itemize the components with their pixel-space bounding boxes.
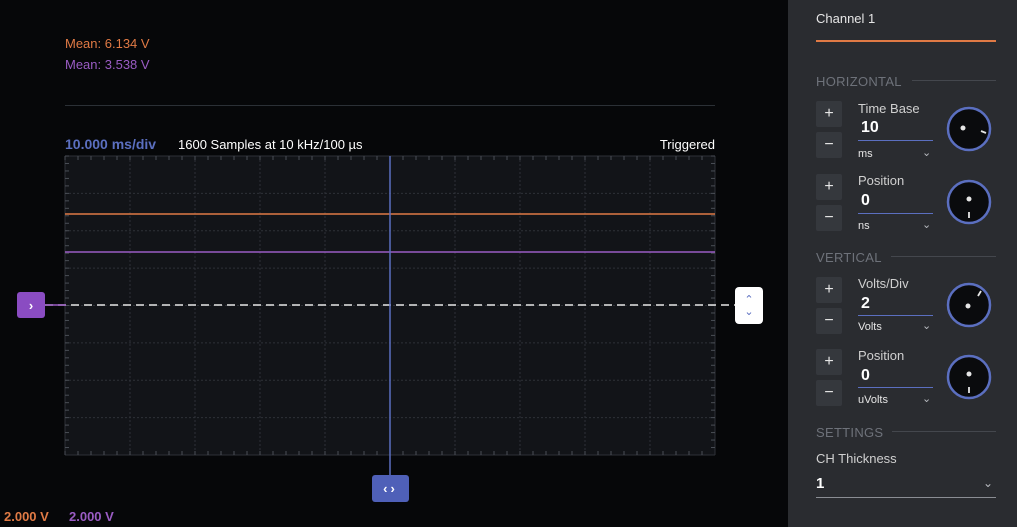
h-position-plus-button[interactable]: +	[816, 174, 842, 200]
ch-thickness-underline	[816, 497, 996, 498]
ch2-mean-readout: Mean: 3.538 V	[65, 57, 150, 72]
v-position-minus-button[interactable]: −	[816, 380, 842, 406]
ch-thickness-select[interactable]: 1	[816, 475, 824, 492]
v-position-plus-button[interactable]: +	[816, 349, 842, 375]
ch2-offset-handle[interactable]: ›	[17, 292, 45, 318]
volts-div-label: Volts/Div	[858, 276, 909, 291]
divider	[65, 105, 715, 106]
v-position-label: Position	[858, 348, 905, 363]
time-base-label: Time Base	[858, 101, 920, 116]
chevron-down-icon: ⌄	[922, 393, 932, 405]
volts-div-input[interactable]: 2	[861, 295, 870, 313]
trigger-level-handle[interactable]: ⌃ ⌄	[735, 287, 763, 324]
h-position-minus-button[interactable]: −	[816, 205, 842, 231]
volts-div-input-underline	[858, 315, 933, 316]
chevron-down-icon: ⌄	[744, 305, 754, 318]
samples-info: 1600 Samples at 10 kHz/100 µs	[178, 137, 363, 152]
time-per-div-readout: 10.000 ms/div	[65, 136, 157, 152]
h-position-knob[interactable]	[946, 179, 992, 225]
channel-tab[interactable]: Channel 1	[816, 11, 875, 26]
chevron-up-icon: ⌃	[744, 293, 754, 306]
h-position-input-underline	[858, 213, 933, 214]
chevron-right-icon: ›	[390, 481, 398, 496]
time-base-knob[interactable]	[946, 106, 992, 152]
chevron-down-icon: ⌄	[922, 219, 932, 231]
v-position-input-underline	[858, 387, 933, 388]
h-position-unit-select[interactable]: ns	[858, 220, 870, 232]
section-vertical: VERTICAL	[816, 250, 882, 265]
ch2-scale-readout: 2.000 V	[69, 509, 114, 524]
section-settings: SETTINGS	[816, 425, 884, 440]
section-horizontal: HORIZONTAL	[816, 74, 902, 89]
trigger-status: Triggered	[659, 137, 715, 152]
section-divider	[892, 431, 996, 432]
volts-div-minus-button[interactable]: −	[816, 308, 842, 334]
ch1-mean-readout: Mean: 6.134 V	[65, 36, 150, 51]
v-position-unit-select[interactable]: uVolts	[858, 394, 888, 406]
section-divider	[891, 256, 996, 257]
time-base-input-underline	[858, 140, 933, 141]
chevron-down-icon: ⌄	[983, 476, 994, 490]
section-divider	[912, 80, 996, 81]
ch-thickness-label: CH Thickness	[816, 451, 897, 466]
volts-div-unit-select[interactable]: Volts	[858, 321, 882, 333]
ch1-scale-readout: 2.000 V	[4, 509, 49, 524]
h-position-label: Position	[858, 173, 905, 188]
chevron-down-icon: ⌄	[922, 320, 932, 332]
volts-div-knob[interactable]	[946, 282, 992, 328]
time-cursor-handle[interactable]: ‹ ›	[372, 475, 409, 502]
time-base-unit-select[interactable]: ms	[858, 148, 873, 160]
v-position-knob[interactable]	[946, 354, 992, 400]
chevron-down-icon: ⌄	[922, 147, 932, 159]
v-position-input[interactable]: 0	[861, 367, 870, 385]
time-base-plus-button[interactable]: +	[816, 101, 842, 127]
h-position-input[interactable]: 0	[861, 192, 870, 210]
channel-tab-indicator	[816, 40, 996, 42]
chevron-left-icon: ‹	[383, 481, 391, 496]
time-base-minus-button[interactable]: −	[816, 132, 842, 158]
time-base-input[interactable]: 10	[861, 119, 879, 137]
scope-display[interactable]	[0, 0, 787, 527]
chevron-right-icon: ›	[28, 297, 34, 313]
volts-div-plus-button[interactable]: +	[816, 277, 842, 303]
